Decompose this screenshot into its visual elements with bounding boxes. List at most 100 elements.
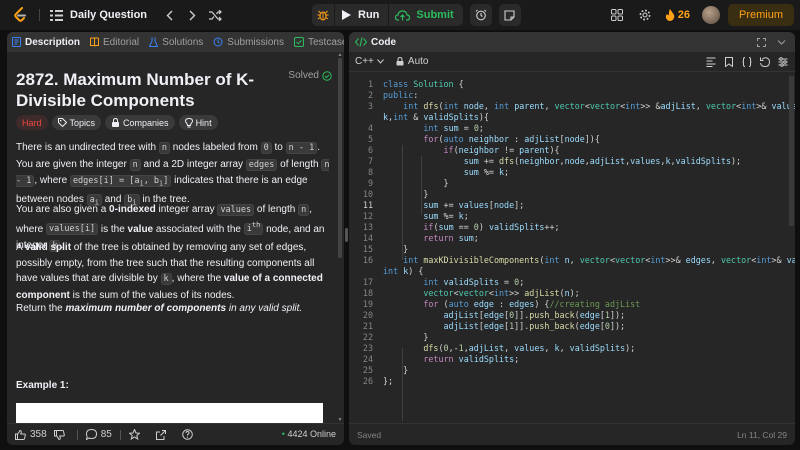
comments-button[interactable]: 85	[85, 429, 112, 440]
daily-question-title[interactable]: Daily Question	[70, 9, 147, 21]
description-paragraph: A valid split of the tree is obtained by…	[16, 242, 323, 301]
timer-button[interactable]	[469, 4, 492, 26]
share-button[interactable]	[155, 429, 170, 440]
language-label: C++	[355, 56, 374, 67]
code-icon	[355, 37, 367, 47]
play-icon	[342, 10, 351, 20]
description-footer: 358 85 • 4424 Online	[7, 423, 344, 445]
format-icon[interactable]	[705, 56, 717, 68]
fire-icon	[665, 9, 674, 21]
tag-icon	[57, 118, 67, 127]
example-title: Example 1:	[16, 380, 69, 391]
topics-chip[interactable]: Topics	[51, 115, 102, 130]
tab-description[interactable]: Description	[7, 32, 85, 52]
note-icon	[504, 9, 515, 21]
reset-icon[interactable]	[759, 56, 771, 68]
collapse-icon[interactable]	[775, 36, 787, 48]
chevron-down-icon	[377, 59, 384, 64]
editor-scrollbar[interactable]	[787, 76, 795, 421]
solved-status: Solved	[288, 70, 332, 81]
companies-chip[interactable]: Companies	[105, 115, 175, 130]
run-button[interactable]: Run	[335, 4, 389, 26]
saved-status: Saved	[357, 429, 382, 440]
tab-label: Editorial	[103, 36, 140, 48]
code-header-actions	[747, 36, 787, 48]
chip-label: Topics	[69, 117, 96, 128]
flask-icon	[149, 37, 159, 47]
description-paragraph: Return the maximum number of components …	[16, 303, 303, 314]
scrollbar-thumb[interactable]	[338, 58, 342, 258]
favorite-button[interactable]	[128, 429, 144, 440]
tab-label: Solutions	[162, 36, 204, 48]
like-count: 358	[30, 429, 47, 440]
checkbox-icon	[294, 37, 304, 47]
hint-chip[interactable]: Hint	[178, 115, 218, 130]
share-icon	[155, 429, 166, 440]
debug-button[interactable]	[312, 4, 334, 26]
top-bar: Daily Question Run Submit 26 Premium	[0, 0, 800, 30]
lightbulb-icon	[184, 117, 193, 127]
code-panel: Code C++ Auto 1 class Solution { 2 public:…	[349, 32, 795, 445]
code-footer: Saved Ln 11, Col 29	[349, 423, 795, 445]
help-button[interactable]	[182, 429, 197, 440]
scrollbar-thumb[interactable]	[789, 76, 794, 226]
left-tab-bar: Description Editorial Solutions Submissi…	[7, 32, 344, 52]
chevron-right-icon[interactable]	[184, 7, 200, 23]
divider	[39, 9, 40, 21]
lock-icon	[396, 57, 404, 66]
maximize-icon[interactable]	[755, 36, 767, 48]
chevron-left-icon[interactable]	[161, 7, 177, 23]
question-circle-icon	[182, 429, 193, 440]
tab-testcase[interactable]: Testcase	[289, 32, 344, 52]
problem-list-icon[interactable]	[48, 7, 64, 23]
book-icon	[90, 37, 100, 47]
panel-resize-handle[interactable]	[345, 228, 348, 242]
code-editor[interactable]: 1 class Solution { 2 public: 3 int dfs(int…	[349, 76, 795, 421]
cursor-position: Ln 11, Col 29	[737, 430, 787, 440]
difficulty-badge: Hard	[16, 115, 48, 130]
bookmark-icon[interactable]	[723, 56, 735, 68]
leetcode-logo-icon[interactable]	[9, 4, 31, 26]
premium-button[interactable]: Premium	[727, 4, 794, 26]
star-icon	[128, 429, 140, 440]
history-icon	[213, 37, 223, 47]
gear-icon[interactable]	[637, 7, 653, 23]
check-circle-icon	[322, 70, 332, 81]
notes-button[interactable]	[498, 4, 521, 26]
dislike-button[interactable]	[53, 429, 69, 440]
divider	[76, 429, 78, 440]
online-count: • 4424 Online	[281, 429, 336, 439]
settings-slider-icon[interactable]	[777, 56, 789, 68]
tab-solutions[interactable]: Solutions	[144, 32, 208, 52]
layout-grid-icon[interactable]	[609, 7, 625, 23]
divider	[119, 429, 121, 440]
tab-editorial[interactable]: Editorial	[85, 32, 144, 52]
description-panel: Description Editorial Solutions Submissi…	[7, 32, 344, 445]
auto-label: Auto	[407, 56, 429, 67]
run-label: Run	[358, 9, 380, 21]
submit-label: Submit	[416, 9, 454, 21]
code-header: Code	[349, 32, 795, 52]
comment-count: 85	[100, 429, 112, 440]
streak-counter[interactable]: 26	[665, 9, 690, 21]
thumbs-down-icon	[53, 429, 65, 440]
like-button[interactable]: 358	[15, 429, 47, 440]
braces-icon[interactable]	[741, 56, 753, 68]
language-select[interactable]: C++	[355, 56, 384, 67]
document-icon	[12, 37, 21, 47]
tab-submissions[interactable]: Submissions	[208, 32, 289, 52]
avatar[interactable]	[701, 6, 720, 24]
chip-label: Hint	[195, 117, 212, 128]
tag-chips: Hard Topics Companies Hint	[16, 115, 222, 130]
solved-label: Solved	[288, 70, 319, 81]
auto-mode[interactable]: Auto	[396, 56, 429, 67]
streak-count: 26	[677, 9, 690, 21]
chip-label: Companies	[123, 117, 169, 128]
description-scrollbar[interactable]: ▲ ▼	[337, 52, 343, 423]
submit-button[interactable]: Submit	[389, 4, 463, 26]
alarm-clock-icon	[475, 9, 487, 21]
cloud-upload-icon	[395, 9, 411, 21]
tab-label: Submissions	[227, 36, 284, 48]
shuffle-icon[interactable]	[207, 7, 223, 23]
lock-icon	[112, 118, 120, 127]
